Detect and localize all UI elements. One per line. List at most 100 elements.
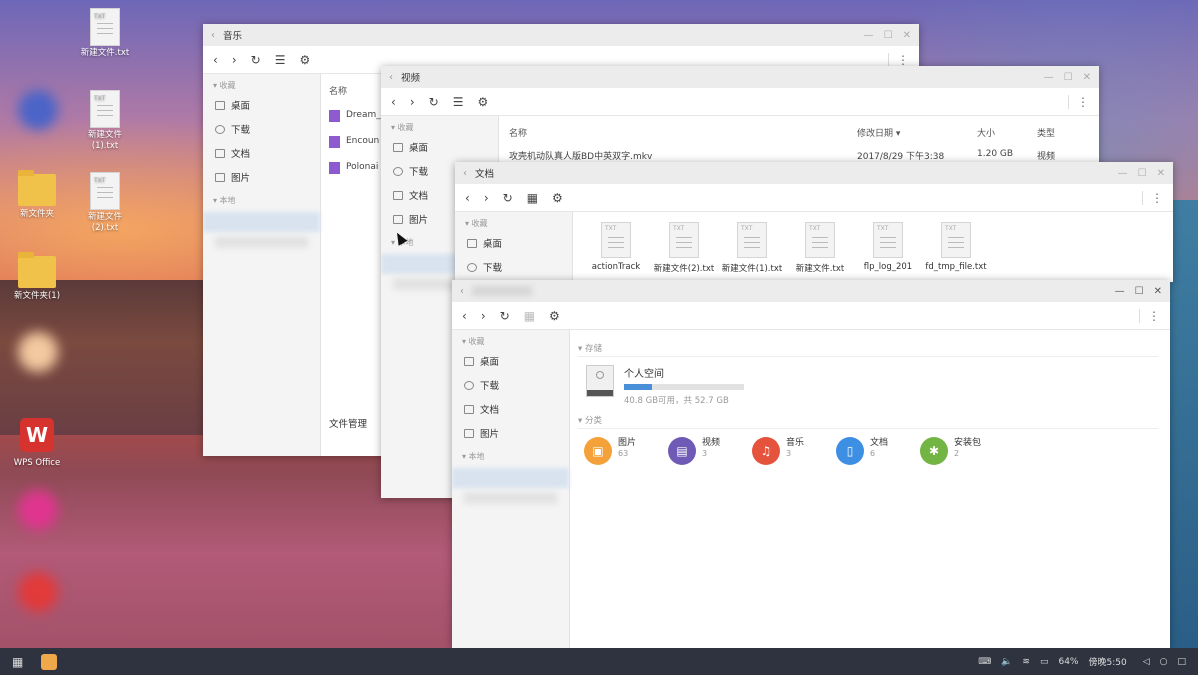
list-view-icon[interactable]: ☰	[275, 53, 286, 67]
sidebar-item-pictures[interactable]: 图片	[452, 421, 569, 445]
back-icon[interactable]: ‹	[463, 168, 467, 179]
column-header-name[interactable]: 名称	[329, 78, 389, 103]
category-item[interactable]: ▣ 图片 63	[584, 437, 668, 465]
back-icon[interactable]: ‹	[462, 309, 467, 323]
wifi-icon[interactable]: ≋	[1022, 657, 1030, 667]
file-tile[interactable]: TXT actionTrack	[585, 222, 647, 274]
category-item[interactable]: ▯ 文档 6	[836, 437, 920, 465]
desktop-icon-folder[interactable]: 新文件夹	[6, 170, 68, 220]
app-launcher-icon[interactable]: ▦	[12, 655, 23, 669]
column-header-date[interactable]: 修改日期 ▾	[857, 126, 977, 139]
back-icon[interactable]: ‹	[213, 53, 218, 67]
minimize-icon[interactable]: —	[1044, 72, 1054, 83]
sidebar-item-blurred[interactable]	[215, 236, 308, 248]
grid-view-icon[interactable]: ▦	[524, 309, 535, 323]
sidebar-item-pictures[interactable]: 图片	[203, 165, 320, 189]
back-icon[interactable]: ‹	[391, 95, 396, 109]
blurred-app-icon[interactable]	[18, 572, 58, 612]
footer-file-manager[interactable]: 文件管理	[329, 416, 367, 430]
title-bar[interactable]: ‹ 视频 — ☐ ✕	[381, 66, 1099, 88]
file-tile[interactable]: TXT 新建文件(1).txt	[721, 222, 783, 274]
more-icon[interactable]: ⋮	[888, 52, 909, 67]
blurred-app-icon[interactable]	[18, 90, 58, 130]
more-icon[interactable]: ⋮	[1068, 94, 1089, 109]
list-item[interactable]: Dream_	[329, 103, 389, 129]
sidebar-item-documents[interactable]: 文档	[203, 141, 320, 165]
storage-item[interactable]: 个人空间 40.8 GB可用，共 52.7 GB	[578, 357, 1158, 406]
maximize-icon[interactable]: ☐	[1064, 72, 1073, 83]
sidebar-item-local-storage[interactable]	[452, 468, 569, 488]
sidebar-item-blurred[interactable]	[464, 492, 557, 504]
grid-view-icon[interactable]: ▦	[527, 191, 538, 205]
recents-nav-icon[interactable]: □	[1177, 657, 1186, 667]
keyboard-icon[interactable]: ⌨	[978, 657, 991, 667]
sidebar-item-desktop[interactable]: 桌面	[203, 93, 320, 117]
column-header-size[interactable]: 大小	[977, 126, 1037, 139]
title-bar[interactable]: ‹ 文档 — ☐ ✕	[455, 162, 1173, 184]
minimize-icon[interactable]: —	[1115, 286, 1125, 297]
back-nav-icon[interactable]: ◁	[1143, 657, 1150, 667]
settings-icon[interactable]: ⚙	[477, 95, 488, 109]
desktop-icon-txt[interactable]: TXT 新建文件.txt	[74, 8, 136, 59]
close-icon[interactable]: ✕	[1157, 168, 1165, 179]
file-manager-taskbar-icon[interactable]	[41, 653, 58, 670]
sidebar-item-documents[interactable]: 文档	[452, 397, 569, 421]
file-tile[interactable]: TXT 新建文件(2).txt	[653, 222, 715, 274]
maximize-icon[interactable]: ☐	[884, 30, 893, 41]
forward-icon[interactable]: ›	[232, 53, 237, 67]
sidebar-item-desktop[interactable]: 桌面	[452, 349, 569, 373]
back-icon[interactable]: ‹	[465, 191, 470, 205]
list-item[interactable]: Polonai	[329, 155, 389, 181]
forward-icon[interactable]: ›	[481, 309, 486, 323]
sidebar-item-downloads[interactable]: 下载	[455, 255, 572, 279]
file-tile[interactable]: TXT flp_log_201	[857, 222, 919, 274]
forward-icon[interactable]: ›	[484, 191, 489, 205]
more-icon[interactable]: ⋮	[1139, 308, 1160, 323]
list-view-icon[interactable]: ☰	[453, 95, 464, 109]
documents-window[interactable]: ‹ 文档 — ☐ ✕ ‹ › ↻ ▦ ⚙ ⋮ ▾ 收藏 桌面 下载 TXT actionTr…	[455, 162, 1173, 282]
back-icon[interactable]: ‹	[460, 286, 464, 297]
desktop-icon-txt[interactable]: TXT 新建文件 (1).txt	[74, 90, 136, 152]
close-icon[interactable]: ✕	[903, 30, 911, 41]
wps-office-icon[interactable]: W	[20, 418, 54, 452]
sidebar-item-downloads[interactable]: 下载	[203, 117, 320, 141]
close-icon[interactable]: ✕	[1154, 286, 1162, 297]
settings-icon[interactable]: ⚙	[549, 309, 560, 323]
category-item[interactable]: ▤ 视频 3	[668, 437, 752, 465]
sidebar-item-downloads[interactable]: 下载	[452, 373, 569, 397]
minimize-icon[interactable]: —	[864, 30, 874, 41]
desktop-icon-txt[interactable]: TXT 新建文件 (2).txt	[74, 172, 136, 234]
blurred-app-icon[interactable]	[18, 332, 58, 372]
volume-icon[interactable]: 🔈	[1001, 657, 1012, 667]
title-bar[interactable]: ‹ — ☐ ✕	[452, 280, 1170, 302]
sidebar-item-local-storage[interactable]	[203, 212, 320, 232]
title-bar[interactable]: ‹ 音乐 — ☐ ✕	[203, 24, 919, 46]
category-item[interactable]: ✱ 安装包 2	[920, 437, 1004, 465]
sidebar-item-desktop[interactable]: 桌面	[455, 231, 572, 255]
close-icon[interactable]: ✕	[1083, 72, 1091, 83]
column-header-type[interactable]: 类型	[1037, 126, 1087, 139]
refresh-icon[interactable]: ↻	[500, 309, 510, 323]
desktop-icon-folder[interactable]: 新文件夹(1)	[6, 252, 68, 302]
home-nav-icon[interactable]: ○	[1160, 657, 1168, 667]
refresh-icon[interactable]: ↻	[251, 53, 261, 67]
refresh-icon[interactable]: ↻	[429, 95, 439, 109]
column-header-name[interactable]: 名称	[509, 126, 857, 139]
back-icon[interactable]: ‹	[389, 72, 393, 83]
file-tile[interactable]: TXT fd_tmp_file.txt	[925, 222, 987, 274]
maximize-icon[interactable]: ☐	[1135, 286, 1144, 297]
battery-icon[interactable]: ▭	[1040, 657, 1049, 667]
file-tile[interactable]: TXT 新建文件.txt	[789, 222, 851, 274]
list-item[interactable]: Encoun	[329, 129, 389, 155]
sidebar-item-desktop[interactable]: 桌面	[381, 135, 498, 159]
minimize-icon[interactable]: —	[1118, 168, 1128, 179]
file-manager-window[interactable]: ‹ — ☐ ✕ ‹ › ↻ ▦ ⚙ ⋮ ▾ 收藏 桌面 下载 文档 图片 ▾ 本地 ▾ 存…	[452, 280, 1170, 648]
refresh-icon[interactable]: ↻	[503, 191, 513, 205]
category-item[interactable]: ♫ 音乐 3	[752, 437, 836, 465]
settings-icon[interactable]: ⚙	[299, 53, 310, 67]
settings-icon[interactable]: ⚙	[552, 191, 563, 205]
forward-icon[interactable]: ›	[410, 95, 415, 109]
maximize-icon[interactable]: ☐	[1138, 168, 1147, 179]
clock[interactable]: 傍晚5:50	[1088, 655, 1126, 668]
back-icon[interactable]: ‹	[211, 30, 215, 41]
